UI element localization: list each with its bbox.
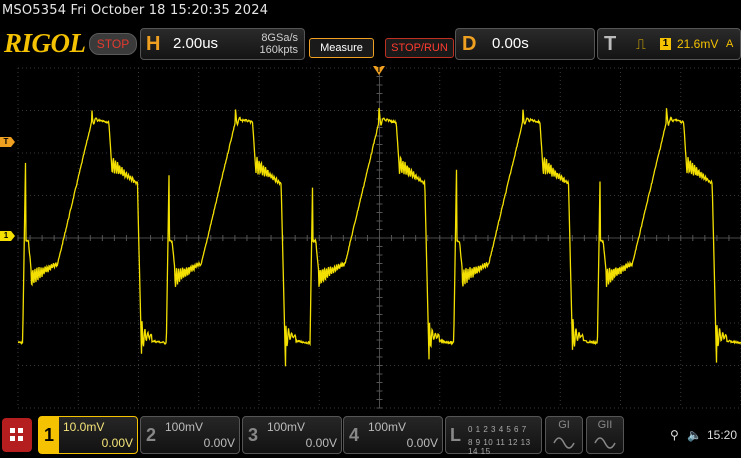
channel-4-scale: 100mV	[368, 420, 407, 434]
trigger-panel[interactable]: T ⎍ 1 21.6mV A	[597, 28, 741, 60]
run-state-button[interactable]: STOP	[89, 33, 137, 55]
trigger-position-label: T	[376, 65, 382, 74]
channel-4-number: 4	[348, 425, 359, 445]
trigger-mode: A	[726, 38, 734, 50]
logic-letter: L	[450, 425, 461, 445]
delay-letter: D	[462, 33, 477, 55]
horizontal-letter: H	[146, 33, 161, 55]
grid-menu-icon	[10, 428, 23, 441]
channel-4-offset: 0.00V	[406, 436, 438, 450]
trigger-level: 21.6mV	[677, 37, 719, 51]
timebase-scale: 2.00us	[173, 35, 219, 52]
measure-button[interactable]: Measure	[309, 38, 374, 58]
delay-panel[interactable]: D 0.00s	[455, 28, 595, 60]
channel-1-scale: 10.0mV	[63, 420, 105, 434]
generator-2-button[interactable]: GII	[586, 416, 624, 454]
channel-3-number: 3	[247, 425, 258, 445]
usb-icon: ⚲	[670, 428, 679, 442]
generator-1-label: GI	[558, 419, 570, 431]
waveform-area[interactable]: T T 1	[0, 65, 741, 410]
channel-2-panel[interactable]: 2 100mV 0.00V	[140, 416, 240, 454]
trigger-letter: T	[604, 33, 617, 55]
rigol-logo: RIGOL	[4, 28, 86, 58]
channel-4-panel[interactable]: 4 100mV 0.00V	[343, 416, 443, 454]
channel-1-panel[interactable]: 1 10.0mV 0.00V	[38, 416, 138, 454]
channel-2-scale: 100mV	[165, 420, 204, 434]
trigger-channel: 1	[660, 38, 671, 50]
channel-1-number: 1	[39, 417, 59, 453]
channel-1-offset: 0.00V	[101, 436, 133, 450]
sample-rate: 8GSa/s	[261, 32, 298, 44]
channel-2-number: 2	[145, 425, 156, 445]
title-line: MSO5354 Fri October 18 15:20:35 2024	[2, 3, 269, 18]
ground-marker-label: 1	[3, 231, 9, 240]
logic-analyzer-panel[interactable]: L 0 1 2 3 4 5 6 7 8 9 10 11 12 13 14 15	[445, 416, 542, 456]
logic-digits-low: 0 1 2 3 4 5 6 7	[468, 425, 527, 434]
memory-depth: 160kpts	[259, 44, 298, 56]
logic-digits-high: 8 9 10 11 12 13 14 15	[468, 438, 531, 456]
generator-2-label: GII	[597, 419, 613, 431]
trigger-level-label: T	[3, 137, 9, 146]
stop-run-button[interactable]: STOP/RUN	[385, 38, 454, 58]
app-menu-button[interactable]	[2, 418, 32, 452]
channel-3-panel[interactable]: 3 100mV 0.00V	[242, 416, 342, 454]
status-clock: 15:20	[707, 428, 738, 442]
bottom-bar: 1 10.0mV 0.00V 2 100mV 0.00V 3 100mV 0.0…	[0, 414, 741, 456]
delay-value: 0.00s	[492, 35, 529, 52]
generator-1-button[interactable]: GI	[545, 416, 583, 454]
horizontal-panel[interactable]: H 2.00us 8GSa/s 160kpts	[140, 28, 305, 60]
channel-3-offset: 0.00V	[305, 436, 337, 450]
waveform-display	[0, 66, 741, 409]
speaker-icon[interactable]: 🔈	[687, 414, 702, 456]
top-toolbar: RIGOL STOP H 2.00us 8GSa/s 160kpts Measu…	[0, 24, 741, 62]
channel-2-offset: 0.00V	[203, 436, 235, 450]
rising-edge-icon: ⎍	[636, 36, 646, 52]
channel-3-scale: 100mV	[267, 420, 306, 434]
